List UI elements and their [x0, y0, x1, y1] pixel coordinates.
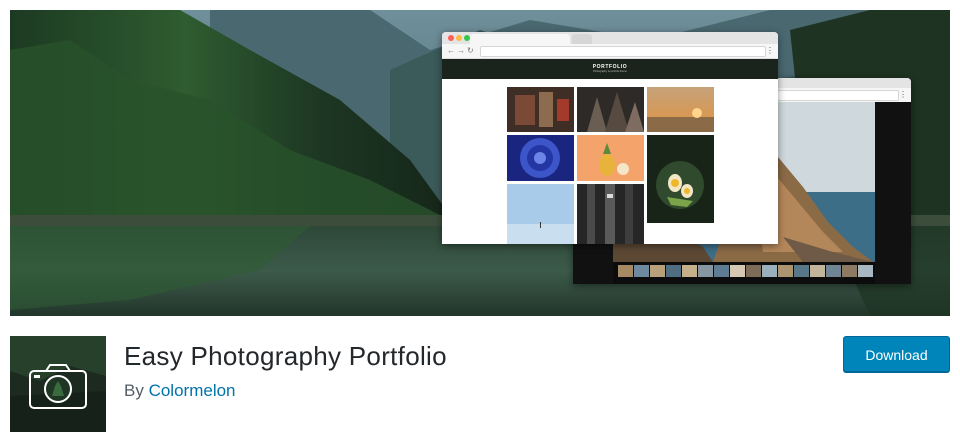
mockup-site-tagline: Photography & portfolio theme: [593, 70, 627, 73]
gallery-tile: [577, 87, 644, 132]
plugin-banner: ⋮ ← → ↻ ⋮ PORTFOLIO Photography & portfo…: [10, 10, 950, 316]
gallery-tile: [507, 184, 574, 244]
author-link[interactable]: Colormelon: [149, 381, 236, 400]
reload-icon: ↻: [467, 46, 474, 55]
forward-icon: →: [457, 46, 465, 55]
thumbnail-strip: [618, 265, 873, 277]
gallery-tile: [507, 135, 574, 181]
menu-icon: ⋮: [766, 46, 774, 55]
mockup-site-header: PORTFOLIO Photography & portfolio theme: [442, 59, 778, 79]
plugin-byline: By Colormelon: [124, 381, 236, 401]
plugin-header: Easy Photography Portfolio By Colormelon…: [0, 326, 960, 443]
gallery-tile: [507, 87, 574, 132]
menu-icon: ⋮: [899, 90, 907, 99]
back-icon: ←: [447, 46, 455, 55]
byline-prefix: By: [124, 381, 144, 400]
portfolio-grid: [442, 79, 778, 244]
download-button[interactable]: Download: [843, 336, 950, 372]
gallery-tile: [647, 87, 714, 132]
gallery-tile: [577, 135, 644, 181]
camera-icon: [10, 336, 106, 432]
gallery-tile: [647, 135, 714, 223]
plugin-icon: [10, 336, 106, 432]
gallery-tile: [577, 184, 644, 244]
mockup-site-title: PORTFOLIO: [592, 64, 628, 70]
plugin-title: Easy Photography Portfolio: [124, 341, 447, 371]
browser-mockup-front: ← → ↻ ⋮ PORTFOLIO Photography & portfoli…: [442, 32, 778, 244]
